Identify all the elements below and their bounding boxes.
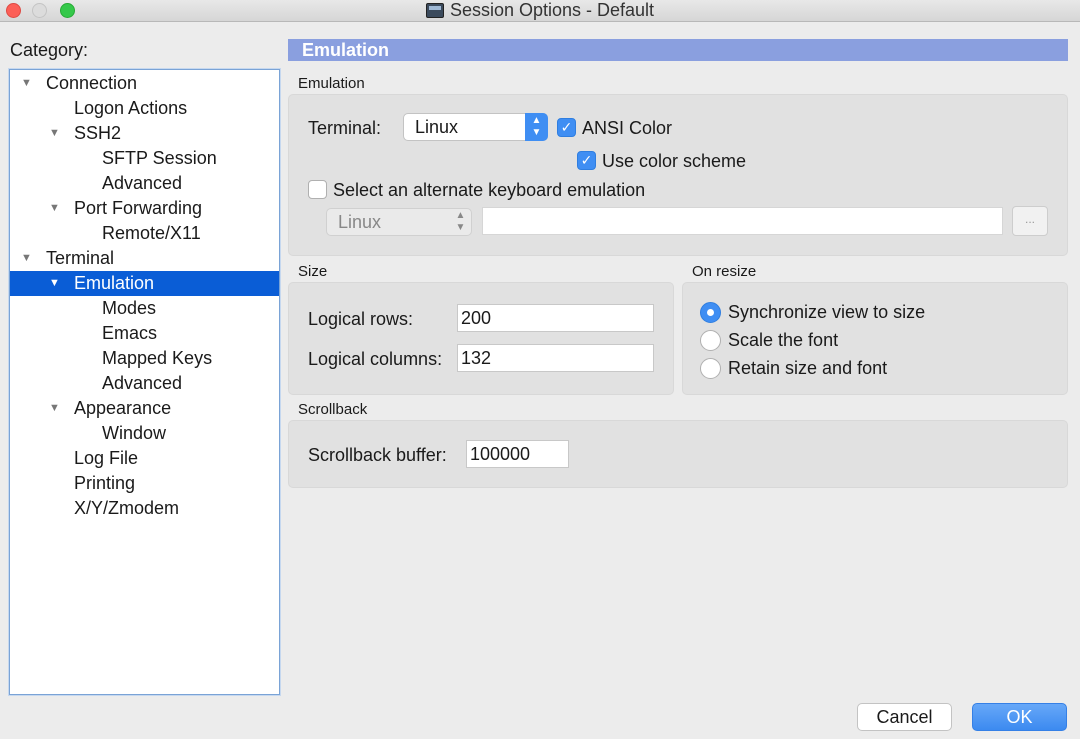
size-group-label: Size [298, 263, 328, 280]
tree-item-label: Terminal [46, 248, 115, 268]
tree-item-modes[interactable]: Modes [10, 296, 279, 321]
tree-item-connection[interactable]: ▼ Connection [10, 71, 279, 96]
page-header: Emulation [288, 39, 1068, 61]
tree-item-label: Mapped Keys [102, 348, 213, 368]
tree-item-emacs[interactable]: Emacs [10, 321, 279, 346]
alt-keyboard-path-field[interactable] [482, 207, 1003, 235]
tree-item-label: Advanced [102, 173, 183, 193]
tree-item-label: Port Forwarding [74, 198, 203, 218]
tree-item-logon-actions[interactable]: Logon Actions [10, 96, 279, 121]
tree-item-printing[interactable]: Printing [10, 471, 279, 496]
expand-triangle-icon[interactable]: ▼ [49, 396, 60, 421]
emulation-group-label: Emulation [298, 75, 365, 92]
terminal-select[interactable]: Linux ▲ ▼ [403, 113, 548, 141]
category-label: Category: [10, 40, 89, 60]
expand-triangle-icon[interactable]: ▼ [49, 121, 60, 146]
tree-item-appearance[interactable]: ▼ Appearance [10, 396, 279, 421]
expand-triangle-icon[interactable]: ▼ [21, 71, 32, 96]
tree-item-label: Appearance [74, 398, 172, 418]
logical-columns-field[interactable]: 132 [457, 344, 654, 372]
tree-item-label: Logon Actions [74, 98, 188, 118]
logical-columns-label: Logical columns: [308, 349, 443, 369]
terminal-app-icon [425, 3, 444, 18]
tree-item-port-forwarding[interactable]: ▼ Port Forwarding [10, 196, 279, 221]
title-wrap: Session Options - Default [0, 0, 1080, 21]
tree-item-ssh2[interactable]: ▼ SSH2 [10, 121, 279, 146]
size-group [288, 282, 674, 395]
alt-keyboard-checkbox[interactable] [308, 180, 327, 199]
tree-item-terminal[interactable]: ▼ Terminal [10, 246, 279, 271]
select-arrows-icon: ▲ ▼ [455, 210, 466, 233]
logical-rows-field[interactable]: 200 [457, 304, 654, 332]
scrollback-buffer-field[interactable]: 100000 [466, 440, 569, 468]
tree-item-label: Emulation [74, 273, 155, 293]
tree-item-log-file[interactable]: Log File [10, 446, 279, 471]
alt-keyboard-label[interactable]: Select an alternate keyboard emulation [333, 180, 645, 201]
sync-view-radio[interactable] [700, 302, 721, 323]
alt-keyboard-select[interactable]: Linux ▲ ▼ [326, 208, 472, 236]
tree-item-label: Connection [46, 73, 138, 93]
logical-rows-label: Logical rows: [308, 309, 414, 329]
scale-font-label[interactable]: Scale the font [728, 330, 838, 351]
terminal-label: Terminal: [308, 118, 382, 138]
ansi-color-label[interactable]: ANSI Color [582, 118, 672, 139]
tree-item-label: Window [102, 423, 167, 443]
tree-item-label: Modes [102, 298, 157, 318]
browse-button[interactable]: ... [1012, 206, 1048, 236]
tree-item-emulation[interactable]: ▼ Emulation [10, 271, 279, 296]
use-color-scheme-label[interactable]: Use color scheme [602, 151, 746, 172]
tree-item-ssh2-advanced[interactable]: Advanced [10, 171, 279, 196]
tree-item-label: Log File [74, 448, 139, 468]
scale-font-radio[interactable] [700, 330, 721, 351]
retain-size-label[interactable]: Retain size and font [728, 358, 887, 379]
ansi-color-checkbox[interactable]: ✓ [557, 118, 576, 137]
cancel-button[interactable]: Cancel [857, 703, 952, 731]
tree-item-label: SSH2 [74, 123, 122, 143]
expand-triangle-icon[interactable]: ▼ [49, 271, 60, 296]
sync-view-label[interactable]: Synchronize view to size [728, 302, 925, 323]
tree-item-label: Printing [74, 473, 136, 493]
tree-item-mapped-keys[interactable]: Mapped Keys [10, 346, 279, 371]
tree-item-label: Remote/X11 [102, 223, 201, 243]
scrollback-buffer-label: Scrollback buffer: [308, 445, 447, 465]
tree-item-label: X/Y/Zmodem [74, 498, 180, 518]
retain-size-radio[interactable] [700, 358, 721, 379]
tree-item-window[interactable]: Window [10, 421, 279, 446]
tree-item-remote-x11[interactable]: Remote/X11 [10, 221, 279, 246]
use-color-scheme-checkbox[interactable]: ✓ [577, 151, 596, 170]
tree-item-xyzmodem[interactable]: X/Y/Zmodem [10, 496, 279, 521]
tree-item-label: Advanced [102, 373, 183, 393]
tree-item-label: SFTP Session [102, 148, 217, 168]
category-tree[interactable]: ▼ Connection Logon Actions ▼ SSH2 SFTP S… [9, 69, 280, 695]
scrollback-group-label: Scrollback [298, 401, 368, 418]
expand-triangle-icon[interactable]: ▼ [21, 246, 32, 271]
title-bar: Session Options - Default [0, 0, 1080, 22]
tree-item-sftp-session[interactable]: SFTP Session [10, 146, 279, 171]
window-title: Session Options - Default [449, 0, 655, 20]
terminal-select-value: Linux [415, 117, 459, 137]
on-resize-group-label: On resize [692, 263, 757, 280]
ok-button[interactable]: OK [972, 703, 1067, 731]
select-arrows-icon: ▲ ▼ [525, 113, 548, 141]
expand-triangle-icon[interactable]: ▼ [49, 196, 60, 221]
tree-item-label: Emacs [102, 323, 158, 343]
tree-item-emulation-advanced[interactable]: Advanced [10, 371, 279, 396]
alt-keyboard-select-value: Linux [338, 212, 382, 232]
